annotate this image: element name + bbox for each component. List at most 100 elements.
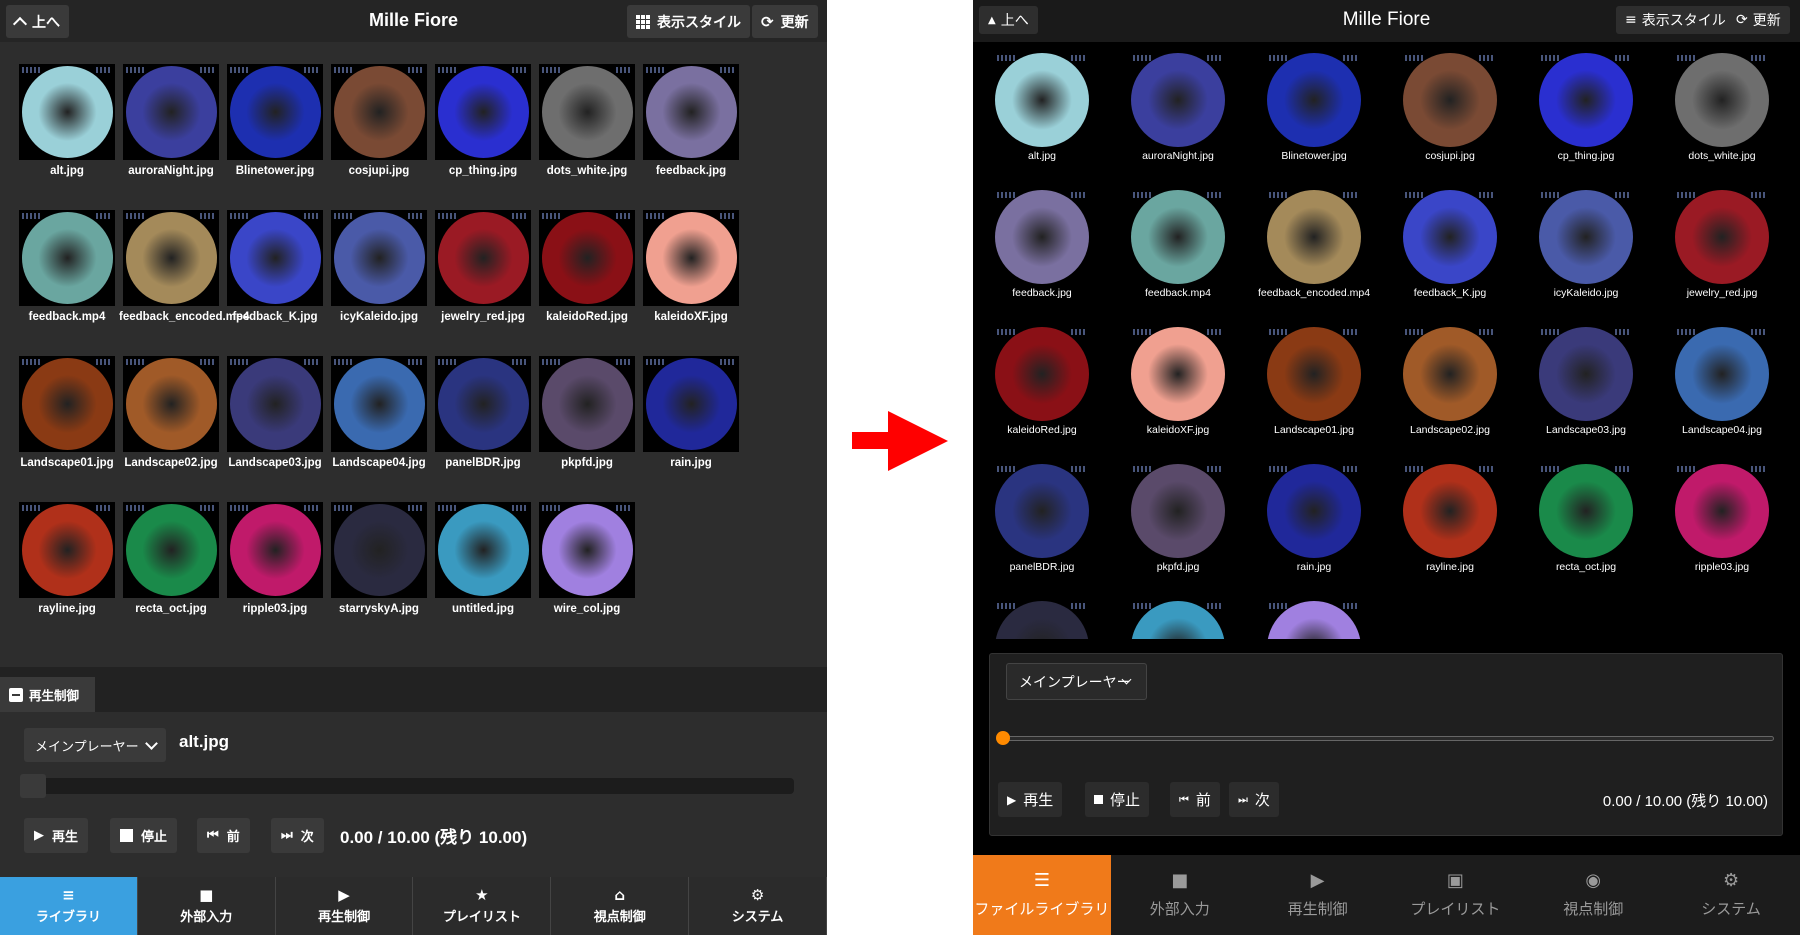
nav-tab[interactable]: ⌂ 視点制御 xyxy=(551,877,690,935)
play-button[interactable]: ▶ 再生 xyxy=(998,782,1063,817)
file-thumbnail[interactable]: recta_oct.jpg xyxy=(1522,463,1650,573)
file-thumbnail[interactable]: wire_col.jpg xyxy=(535,502,639,616)
file-thumbnail[interactable]: auroraNight.jpg xyxy=(1114,52,1242,162)
seek-handle[interactable] xyxy=(20,774,46,798)
file-thumbnail[interactable]: rain.jpg xyxy=(1250,463,1378,573)
overlay-text-decoration xyxy=(334,359,354,365)
file-thumbnail[interactable]: Landscape02.jpg xyxy=(119,356,223,470)
file-thumbnail[interactable]: Landscape03.jpg xyxy=(223,356,327,470)
nav-tab[interactable]: ≡ ライブラリ xyxy=(0,877,138,935)
file-thumbnail[interactable]: feedback.jpg xyxy=(639,64,743,178)
file-thumbnail[interactable]: feedback_encoded.mp4 xyxy=(119,210,249,324)
file-thumbnail[interactable]: kaleidoRed.jpg xyxy=(978,326,1106,436)
file-thumbnail[interactable]: kaleidoXF.jpg xyxy=(1114,326,1242,436)
file-thumbnail[interactable]: jewelry_red.jpg xyxy=(431,210,535,324)
refresh-button[interactable]: ⟳ 更新 xyxy=(1727,6,1790,34)
nav-tab[interactable]: ▶ 再生制御 xyxy=(276,877,414,935)
file-thumbnail[interactable]: pkpfd.jpg xyxy=(1114,463,1242,573)
nav-tab[interactable]: ▣ プレイリスト xyxy=(1386,855,1524,935)
file-thumbnail[interactable]: cp_thing.jpg xyxy=(1522,52,1650,162)
nav-tab[interactable]: ■ 外部入力 xyxy=(1111,855,1249,935)
file-thumbnail[interactable]: ripple03.jpg xyxy=(1658,463,1786,573)
file-thumbnail[interactable] xyxy=(978,600,1106,639)
file-thumbnail[interactable] xyxy=(1250,600,1378,639)
file-thumbnail[interactable]: cp_thing.jpg xyxy=(431,64,535,178)
nav-tab[interactable]: ⚙ システム xyxy=(1662,855,1800,935)
file-thumbnail[interactable]: Landscape01.jpg xyxy=(1250,326,1378,436)
file-thumbnail[interactable]: Landscape04.jpg xyxy=(1658,326,1786,436)
nav-tab[interactable]: ▶ 再生制御 xyxy=(1249,855,1387,935)
file-thumbnail[interactable]: rayline.jpg xyxy=(1386,463,1514,573)
file-thumbnail[interactable]: rain.jpg xyxy=(639,356,743,470)
seek-bar[interactable] xyxy=(20,774,794,798)
file-thumbnail[interactable]: untitled.jpg xyxy=(431,502,535,616)
file-thumbnail[interactable]: jewelry_red.jpg xyxy=(1658,189,1786,299)
nav-tab[interactable]: ⚙ システム xyxy=(689,877,827,935)
seek-bar[interactable] xyxy=(996,731,1774,745)
file-thumbnail[interactable]: Blinetower.jpg xyxy=(223,64,327,178)
file-thumbnail[interactable]: kaleidoRed.jpg xyxy=(535,210,639,324)
section-header: 再生制御 xyxy=(0,667,827,712)
stop-button[interactable]: 停止 xyxy=(1085,782,1150,817)
file-thumbnail[interactable]: panelBDR.jpg xyxy=(431,356,535,470)
file-thumbnail[interactable]: pkpfd.jpg xyxy=(535,356,639,470)
nav-tab[interactable]: ☰ ファイルライブラリ xyxy=(973,855,1111,935)
file-thumbnail[interactable]: feedback.jpg xyxy=(978,189,1106,299)
file-library-grid[interactable]: alt.jpg auroraNight.jpg Blinetower.jpg cosj… xyxy=(973,42,1800,639)
file-thumbnail[interactable]: auroraNight.jpg xyxy=(119,64,223,178)
file-thumbnail[interactable]: feedback.mp4 xyxy=(1114,189,1242,299)
fisheye-preview xyxy=(1675,53,1769,147)
thumbnail-image xyxy=(643,64,739,160)
thumbnail-image xyxy=(1538,52,1634,148)
next-button[interactable]: ⏭ 次 xyxy=(271,818,324,853)
thumbnail-image xyxy=(539,356,635,452)
file-thumbnail[interactable]: feedback_encoded.mp4 xyxy=(1250,189,1378,299)
file-thumbnail[interactable]: ripple03.jpg xyxy=(223,502,327,616)
nav-tab[interactable]: ■ 外部入力 xyxy=(138,877,276,935)
overlay-text-decoration xyxy=(408,67,424,73)
file-thumbnail[interactable]: Landscape03.jpg xyxy=(1522,326,1650,436)
thumbnail-image xyxy=(1402,52,1498,148)
overlay-text-decoration xyxy=(1071,192,1087,198)
player-select[interactable]: メインプレーヤー xyxy=(1006,663,1147,700)
file-thumbnail[interactable]: feedback_K.jpg xyxy=(223,210,327,324)
player-select[interactable]: メインプレーヤー xyxy=(24,728,166,762)
collapse-playback-tab[interactable]: 再生制御 xyxy=(0,677,95,712)
file-name: recta_oct.jpg xyxy=(1555,561,1617,573)
nav-tab[interactable]: ◉ 視点制御 xyxy=(1524,855,1662,935)
stop-button[interactable]: 停止 xyxy=(110,818,178,853)
file-thumbnail[interactable]: recta_oct.jpg xyxy=(119,502,223,616)
file-thumbnail[interactable]: panelBDR.jpg xyxy=(978,463,1106,573)
nav-tab[interactable]: ★ プレイリスト xyxy=(413,877,552,935)
prev-button[interactable]: ⏮ 前 xyxy=(197,818,250,853)
seek-handle[interactable] xyxy=(996,731,1010,745)
file-thumbnail[interactable] xyxy=(1114,600,1242,639)
file-thumbnail[interactable]: icyKaleido.jpg xyxy=(1522,189,1650,299)
file-thumbnail[interactable]: rayline.jpg xyxy=(15,502,119,616)
display-style-button[interactable]: ≡ 表示スタイル xyxy=(1616,6,1735,34)
file-thumbnail[interactable]: dots_white.jpg xyxy=(535,64,639,178)
file-thumbnail[interactable]: alt.jpg xyxy=(15,64,119,178)
file-thumbnail[interactable]: kaleidoXF.jpg xyxy=(639,210,743,324)
play-button[interactable]: ▶ 再生 xyxy=(24,818,89,853)
fisheye-preview xyxy=(230,212,321,304)
file-thumbnail[interactable]: starryskyA.jpg xyxy=(327,502,431,616)
file-thumbnail[interactable]: Landscape04.jpg xyxy=(327,356,431,470)
prev-button[interactable]: ⏮ 前 xyxy=(1170,782,1220,817)
refresh-button[interactable]: ⟳ 更新 xyxy=(752,5,818,38)
overlay-text-decoration xyxy=(1207,55,1223,61)
file-thumbnail[interactable]: cosjupi.jpg xyxy=(1386,52,1514,162)
display-style-button[interactable]: 表示スタイル xyxy=(627,5,750,38)
next-button[interactable]: ⏭ 次 xyxy=(1229,782,1279,817)
file-thumbnail[interactable]: dots_white.jpg xyxy=(1658,52,1786,162)
file-thumbnail[interactable]: cosjupi.jpg xyxy=(327,64,431,178)
file-thumbnail[interactable]: feedback_K.jpg xyxy=(1386,189,1514,299)
file-thumbnail[interactable]: Blinetower.jpg xyxy=(1250,52,1378,162)
file-thumbnail[interactable]: icyKaleido.jpg xyxy=(327,210,431,324)
file-name: jewelry_red.jpg xyxy=(441,311,525,323)
fisheye-preview xyxy=(1131,464,1225,558)
file-thumbnail[interactable]: alt.jpg xyxy=(978,52,1106,162)
file-thumbnail[interactable]: Landscape01.jpg xyxy=(15,356,119,470)
file-thumbnail[interactable]: feedback.mp4 xyxy=(15,210,119,324)
file-thumbnail[interactable]: Landscape02.jpg xyxy=(1386,326,1514,436)
